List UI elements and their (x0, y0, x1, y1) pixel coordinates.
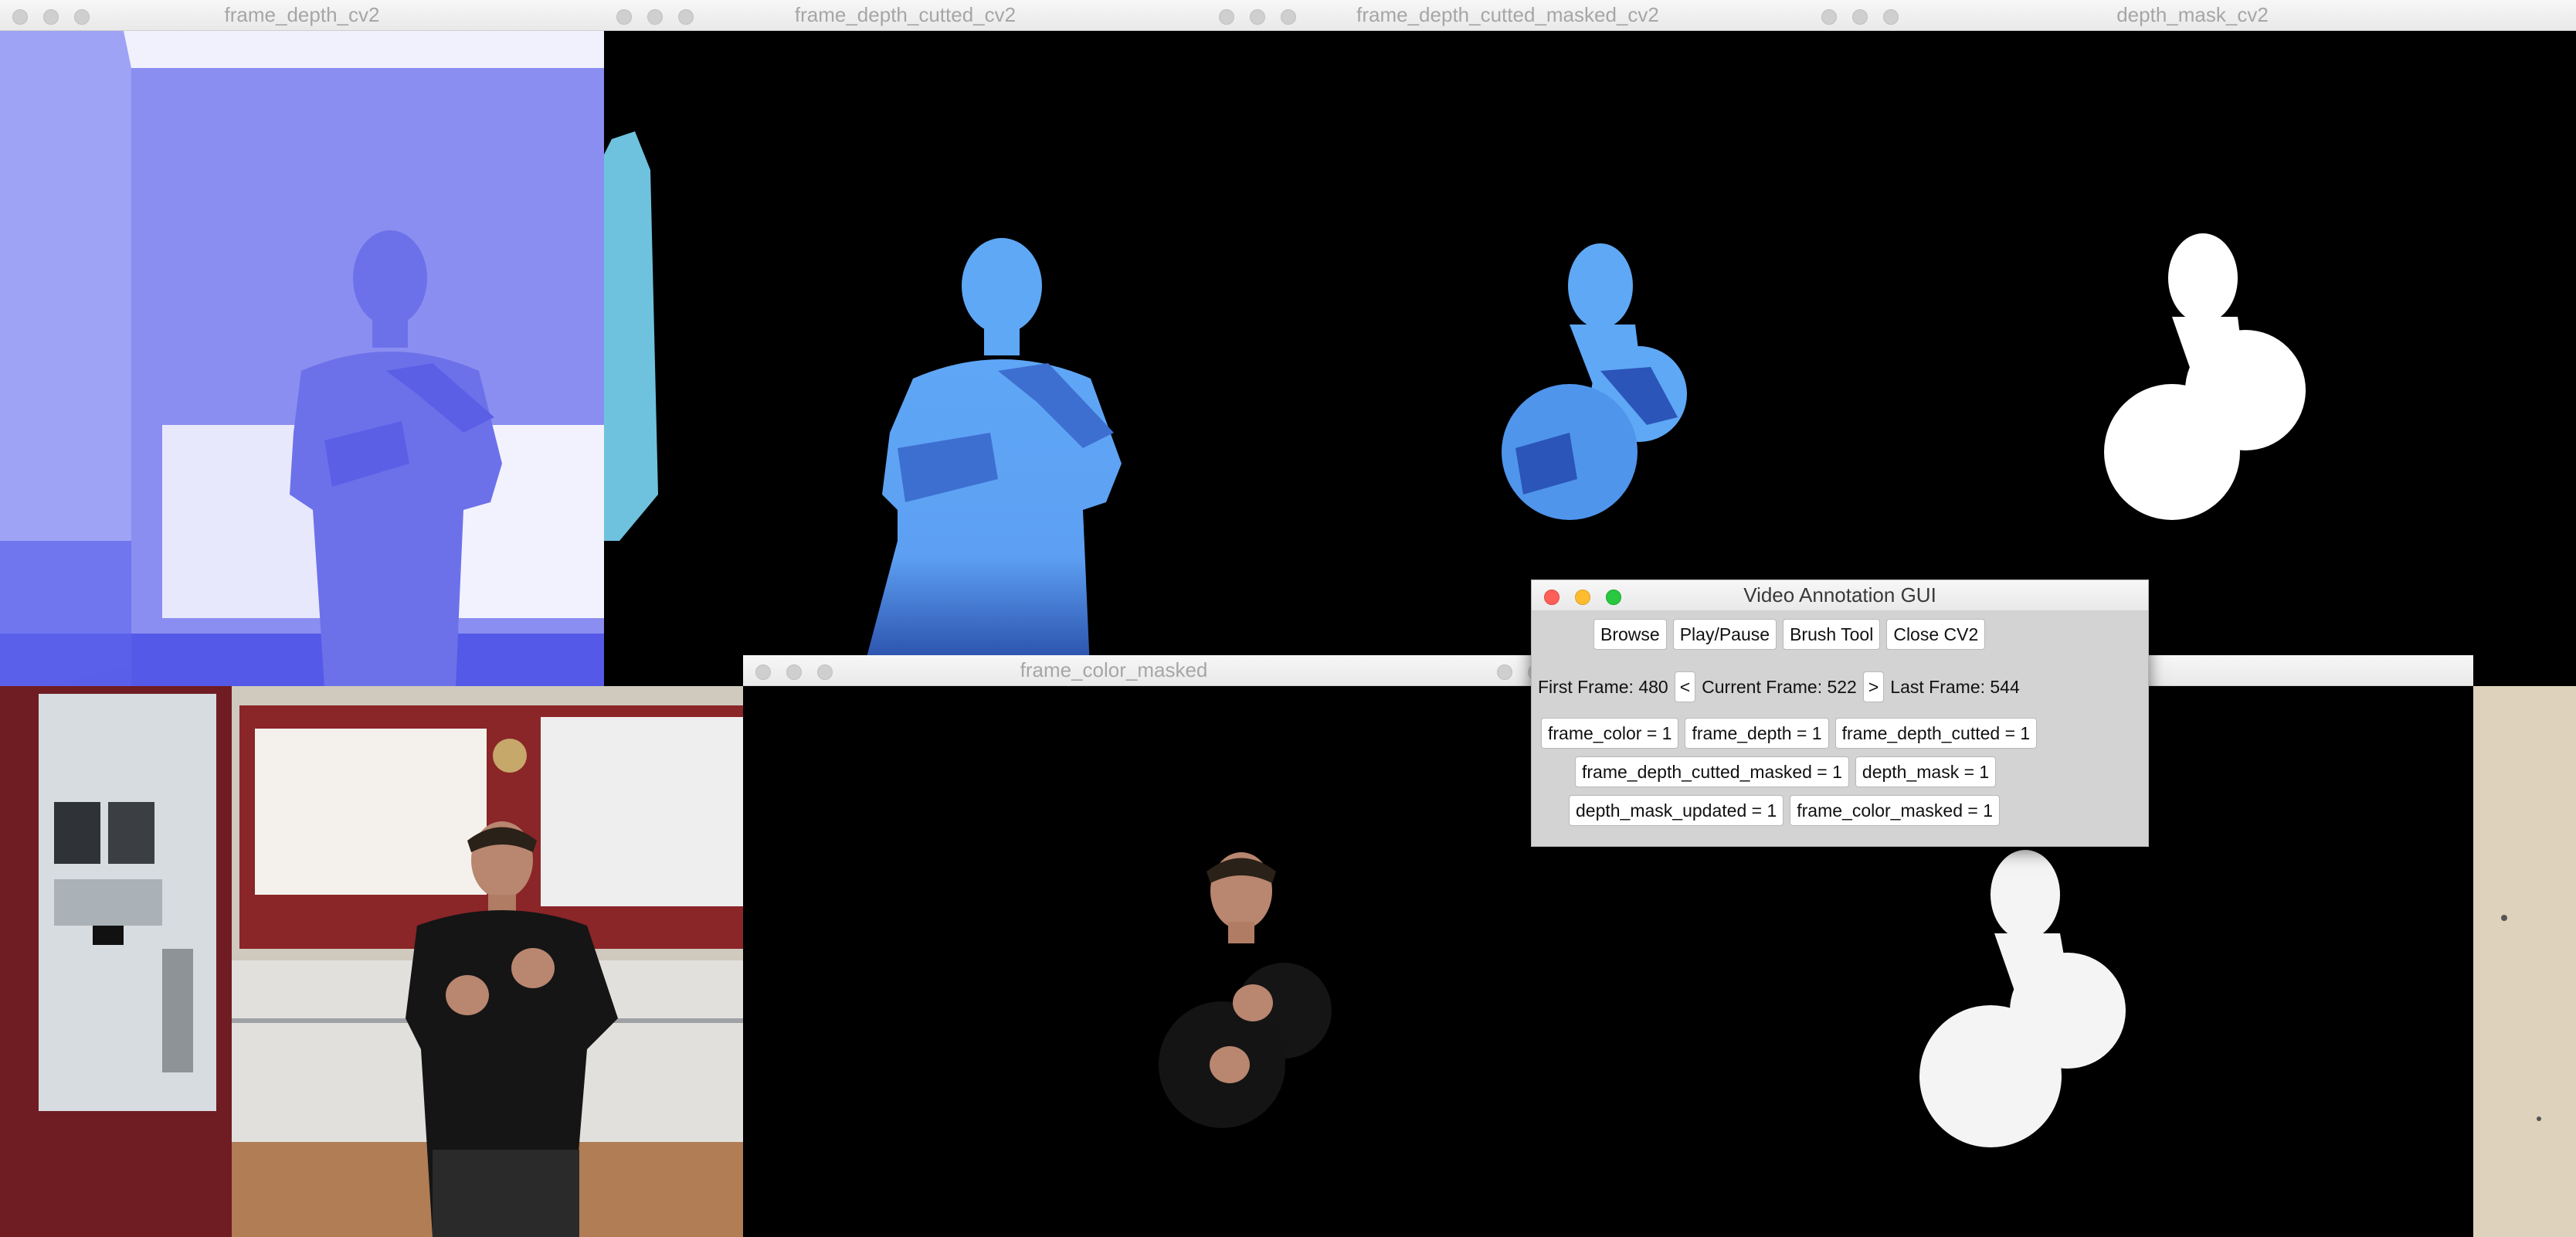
depth-mask-toggle[interactable]: depth_mask = 1 (1855, 756, 1997, 787)
brush-tool-button[interactable]: Brush Tool (1783, 619, 1881, 650)
close-icon[interactable] (1219, 9, 1234, 25)
frame-depth-cutted-masked-toggle[interactable]: frame_depth_cutted_masked = 1 (1575, 756, 1849, 787)
zoom-icon[interactable] (74, 9, 90, 25)
zoom-icon[interactable] (678, 9, 694, 25)
frame-color-toggle[interactable]: frame_color = 1 (1541, 718, 1679, 749)
prev-frame-button[interactable]: < (1674, 671, 1696, 702)
current-frame-label: Current Frame: 522 (1702, 677, 1857, 697)
first-frame-label: First Frame: 480 (1538, 677, 1668, 697)
minimize-icon[interactable] (1852, 9, 1868, 25)
frame-nav-row: First Frame: 480 < Current Frame: 522 > … (1538, 671, 2020, 702)
window-background-partial[interactable] (2473, 686, 2576, 1237)
depth-cutted-image (604, 31, 1207, 686)
zoom-icon[interactable] (1606, 590, 1621, 605)
close-icon[interactable] (755, 664, 771, 680)
window-titlebar[interactable]: depth_mask_cv2 (1809, 0, 2576, 31)
window-titlebar[interactable]: frame_depth_cutted_masked_cv2 (1207, 0, 1809, 31)
window-title: depth_mask_cv2 (2116, 3, 2269, 26)
window-frame-color-masked[interactable]: frame_color_masked (743, 655, 1485, 1237)
window-titlebar[interactable]: frame_depth_cv2 (0, 0, 604, 31)
close-icon[interactable] (616, 9, 632, 25)
depth-image (0, 31, 604, 686)
wood-image (2473, 686, 2576, 1237)
window-title: Video Annotation GUI (1743, 583, 1936, 607)
window-title: frame_color_masked (1020, 658, 1208, 681)
close-icon[interactable] (1821, 9, 1837, 25)
gui-body: Browse Play/Pause Brush Tool Close CV2 F… (1532, 611, 2148, 846)
toggle-row-3: depth_mask_updated = 1 frame_color_maske… (1569, 795, 2000, 826)
window-titlebar[interactable]: frame_depth_cutted_cv2 (604, 0, 1207, 31)
minimize-icon[interactable] (786, 664, 802, 680)
frame-depth-toggle[interactable]: frame_depth = 1 (1685, 718, 1829, 749)
window-title: frame_depth_cutted_cv2 (794, 3, 1016, 26)
minimize-icon[interactable] (43, 9, 59, 25)
window-titlebar[interactable]: Video Annotation GUI (1532, 580, 2148, 611)
window-title: frame_depth_cv2 (224, 3, 380, 26)
window-frame-depth[interactable]: frame_depth_cv2 (0, 0, 604, 686)
window-frame-depth-cutted[interactable]: frame_depth_cutted_cv2 (604, 0, 1207, 686)
zoom-icon[interactable] (1281, 9, 1296, 25)
frame-color-masked-toggle[interactable]: frame_color_masked = 1 (1790, 795, 2000, 826)
last-frame-label: Last Frame: 544 (1890, 677, 2020, 697)
frame-depth-cutted-toggle[interactable]: frame_depth_cutted = 1 (1834, 718, 2038, 749)
browse-button[interactable]: Browse (1593, 619, 1667, 650)
window-frame-color[interactable] (0, 686, 743, 1237)
next-frame-button[interactable]: > (1862, 671, 1885, 702)
toggle-row-2: frame_depth_cutted_masked = 1 depth_mask… (1575, 756, 1997, 787)
window-titlebar[interactable]: frame_color_masked (743, 655, 1485, 686)
toggle-row-1: frame_color = 1 frame_depth = 1 frame_de… (1541, 718, 2038, 749)
zoom-icon[interactable] (817, 664, 833, 680)
play-pause-button[interactable]: Play/Pause (1672, 619, 1777, 650)
minimize-icon[interactable] (1575, 590, 1590, 605)
close-icon[interactable] (1497, 664, 1512, 680)
toolbar-row: Browse Play/Pause Brush Tool Close CV2 (1593, 619, 1986, 650)
color-image (0, 686, 743, 1237)
zoom-icon[interactable] (1883, 9, 1899, 25)
depth-mask-updated-toggle[interactable]: depth_mask_updated = 1 (1569, 795, 1784, 826)
close-cv2-button[interactable]: Close CV2 (1886, 619, 1986, 650)
close-icon[interactable] (12, 9, 28, 25)
minimize-icon[interactable] (1250, 9, 1265, 25)
close-icon[interactable] (1544, 590, 1560, 605)
video-annotation-gui-window[interactable]: Video Annotation GUI Browse Play/Pause B… (1531, 579, 2149, 847)
minimize-icon[interactable] (647, 9, 663, 25)
window-title: frame_depth_cutted_masked_cv2 (1356, 3, 1659, 26)
color-masked-image (743, 686, 1485, 1237)
